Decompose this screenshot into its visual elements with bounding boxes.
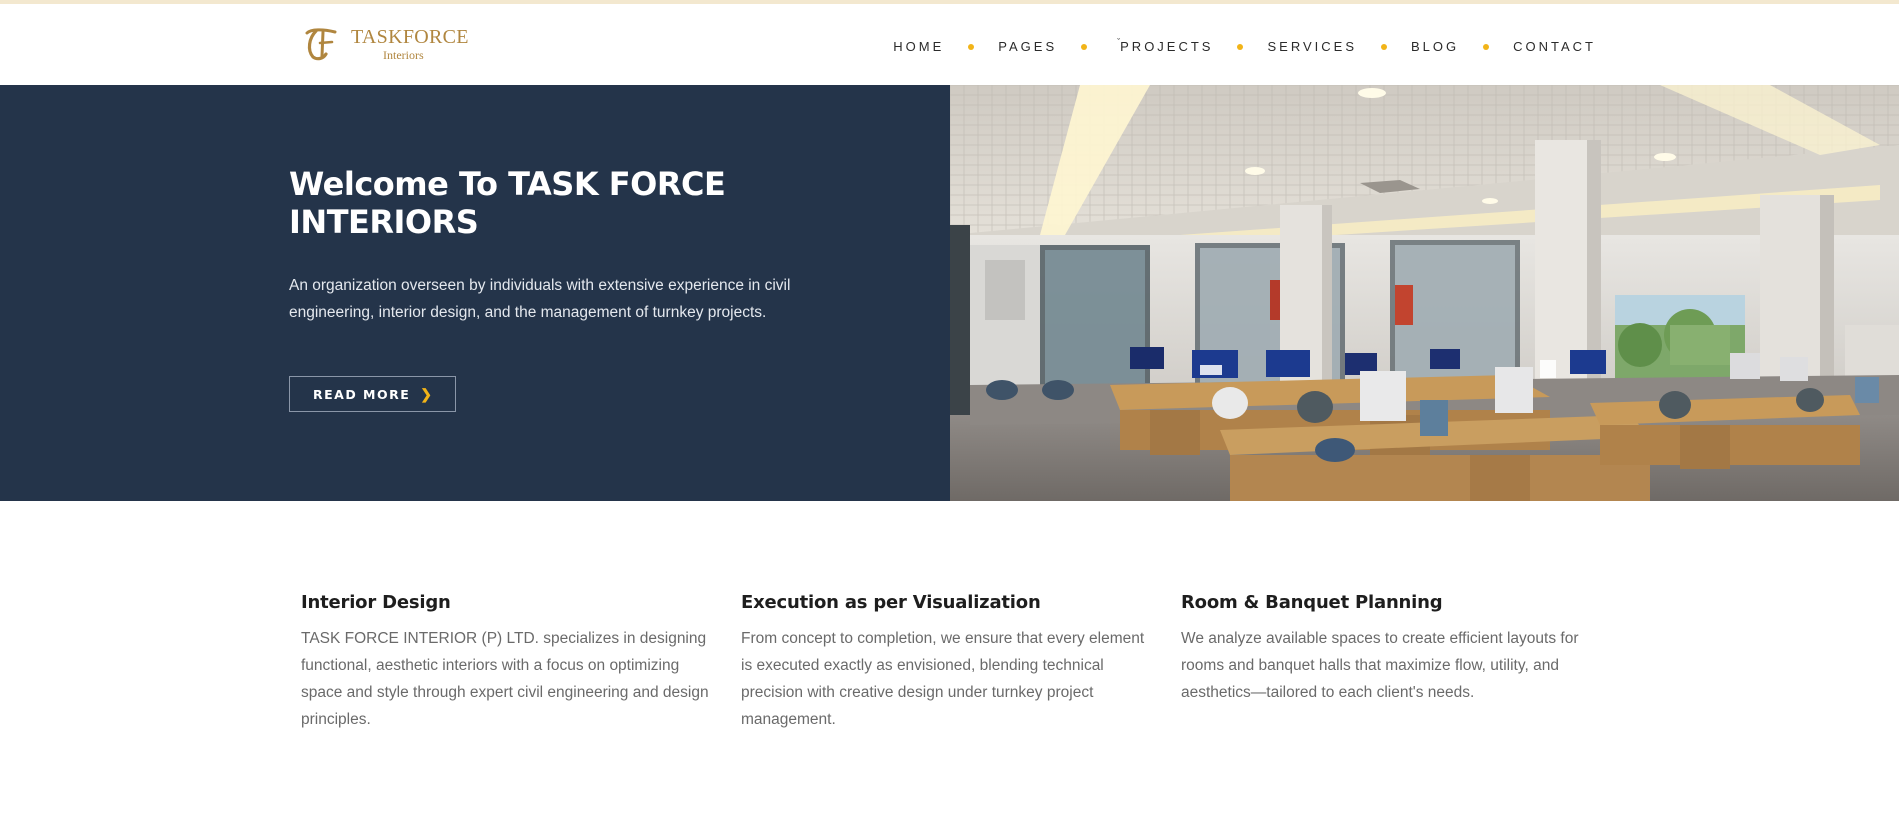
office-interior-illustration <box>950 85 1899 501</box>
feature-room-banquet: Room & Banquet Planning We analyze avail… <box>1181 591 1591 706</box>
feature-text: From concept to completion, we ensure th… <box>741 630 1145 728</box>
nav-separator-dot <box>1381 43 1387 50</box>
feature-text: TASK FORCE INTERIOR (P) LTD. specializes… <box>301 630 709 728</box>
brand-name: TASKFORCE <box>351 26 469 48</box>
hero-office-image <box>950 85 1899 501</box>
hero-title: Welcome To TASK FORCE INTERIORS <box>289 165 726 241</box>
nav-separator-dot <box>1237 43 1244 50</box>
brand-wordmark: TASKFORCE Interiors <box>351 27 469 61</box>
nav-pages[interactable]: PAGES <box>998 39 1057 54</box>
brand-sub: Interiors <box>383 48 424 62</box>
feature-execution: Execution as per Visualization From conc… <box>741 591 1156 733</box>
hero-text-panel: Welcome To TASK FORCE INTERIORS An organ… <box>0 85 950 501</box>
feature-text: We analyze available spaces to create ef… <box>1181 630 1579 701</box>
nav-services[interactable]: SERVICES <box>1267 39 1357 54</box>
nav-separator-dot <box>968 43 975 50</box>
feature-title: Interior Design <box>301 592 451 613</box>
feature-title: Room & Banquet Planning <box>1181 592 1443 613</box>
nav-separator-dot <box>1081 43 1088 50</box>
feature-interior-design: Interior Design TASK FORCE INTERIOR (P) … <box>301 591 711 733</box>
main-nav: HOME PAGES ˇ PROJECTS SERVICES BLOG CONT… <box>893 37 1596 55</box>
nav-projects[interactable]: PROJECTS <box>1120 39 1213 54</box>
features-section: Interior Design TASK FORCE INTERIOR (P) … <box>0 501 1899 817</box>
site-header: TASKFORCE Interiors HOME PAGES ˇ PROJECT… <box>0 4 1899 85</box>
read-more-label: READ MORE <box>312 386 411 402</box>
nav-blog[interactable]: BLOG <box>1411 39 1459 54</box>
nav-contact[interactable]: CONTACT <box>1513 39 1596 54</box>
read-more-button[interactable]: READ MORE ❯ <box>289 376 456 412</box>
feature-title: Execution as per Visualization <box>741 592 1041 613</box>
hero-section: Welcome To TASK FORCE INTERIORS An organ… <box>0 85 1899 501</box>
brand-logo[interactable]: TASKFORCE Interiors <box>301 26 469 62</box>
chevron-right-icon: ❯ <box>420 385 433 402</box>
tf-monogram-icon <box>305 28 337 61</box>
nav-home[interactable]: HOME <box>893 39 944 54</box>
dropdown-caret-icon[interactable]: ˇ <box>1117 37 1120 47</box>
nav-separator-dot <box>1483 43 1490 50</box>
hero-description: An organization overseen by individuals … <box>289 277 791 321</box>
